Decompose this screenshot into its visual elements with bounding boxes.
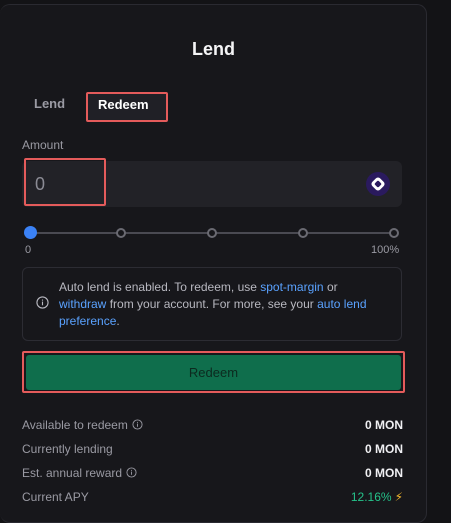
tab-redeem-label: Redeem <box>98 97 149 112</box>
info-icon <box>36 296 49 309</box>
monad-token-icon <box>366 172 390 196</box>
withdraw-link[interactable]: withdraw <box>59 297 106 311</box>
annual-reward-value: 0 MON <box>364 466 403 480</box>
currently-lending-value: 0 MON <box>364 442 403 456</box>
current-apy-label: Current APY <box>22 490 89 504</box>
lightning-icon: ⚡ <box>394 490 403 504</box>
slider-step-50[interactable] <box>207 228 217 238</box>
tab-lend[interactable]: Lend <box>34 96 65 111</box>
slider-max-label: 100% <box>371 244 400 256</box>
notice-text: Auto lend is enabled. To redeem, use spo… <box>59 280 367 328</box>
slider-thumb[interactable] <box>24 226 37 239</box>
amount-label: Amount <box>22 138 64 152</box>
slider-step-75[interactable] <box>298 228 308 238</box>
tab-redeem[interactable]: Redeem <box>86 92 168 122</box>
slider-step-25[interactable] <box>116 228 126 238</box>
current-apy-value: 12.16% ⚡ <box>350 490 403 504</box>
info-icon[interactable] <box>132 419 143 430</box>
info-icon[interactable] <box>126 467 137 478</box>
redeem-button[interactable]: Redeem <box>26 355 401 390</box>
slider-step-100[interactable] <box>389 228 399 238</box>
available-label: Available to redeem <box>22 418 143 432</box>
slider-min-label: 0 <box>25 244 32 256</box>
amount-input[interactable]: 0 <box>35 174 45 195</box>
available-value: 0 MON <box>364 418 403 432</box>
currently-lending-label: Currently lending <box>22 442 113 456</box>
panel-title: Lend <box>192 39 235 59</box>
spot-margin-link[interactable]: spot-margin <box>260 280 323 294</box>
annual-reward-label: Est. annual reward <box>22 466 137 480</box>
